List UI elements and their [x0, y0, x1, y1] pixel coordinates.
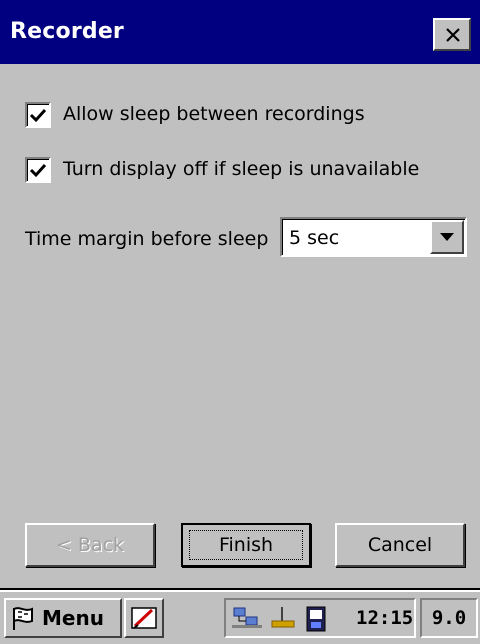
pen-input-icon [131, 607, 157, 629]
back-button[interactable]: < Back [25, 523, 155, 567]
title-bar: Recorder [0, 0, 480, 64]
system-tray: 12:15 [224, 598, 416, 638]
storage-card-icon[interactable] [304, 605, 328, 633]
taskbar: Menu 12:15 9.0 [0, 588, 480, 644]
clock[interactable]: 12:15 [356, 607, 413, 629]
cancel-button[interactable]: Cancel [335, 523, 465, 567]
allow-sleep-checkbox[interactable] [25, 102, 51, 128]
time-margin-label: Time margin before sleep [25, 228, 269, 250]
network-icon[interactable] [232, 605, 264, 631]
checkmark-icon [29, 163, 47, 178]
turn-display-off-checkbox[interactable] [25, 157, 51, 183]
checkmark-icon [29, 108, 47, 123]
dropdown-arrow-button[interactable] [430, 220, 464, 254]
allow-sleep-label[interactable]: Allow sleep between recordings [63, 103, 365, 125]
start-menu-button[interactable]: Menu [4, 598, 122, 638]
finish-button[interactable]: Finish [181, 523, 311, 567]
chevron-down-icon [440, 233, 454, 241]
close-icon [446, 28, 460, 42]
turn-display-off-label[interactable]: Turn display off if sleep is unavailable [63, 158, 419, 180]
windows-flag-icon [13, 607, 33, 630]
close-button[interactable] [433, 18, 471, 51]
time-margin-value: 5 sec [289, 227, 340, 249]
finish-label: Finish [218, 534, 274, 556]
start-menu-label: Menu [42, 606, 104, 630]
version-indicator: 9.0 [420, 598, 478, 638]
window-title: Recorder [10, 19, 124, 44]
recorder-dialog: Recorder Allow sleep between recordings … [0, 0, 480, 590]
connection-icon[interactable] [268, 605, 298, 631]
input-panel-button[interactable] [124, 598, 164, 638]
time-margin-dropdown[interactable]: 5 sec [280, 217, 467, 257]
